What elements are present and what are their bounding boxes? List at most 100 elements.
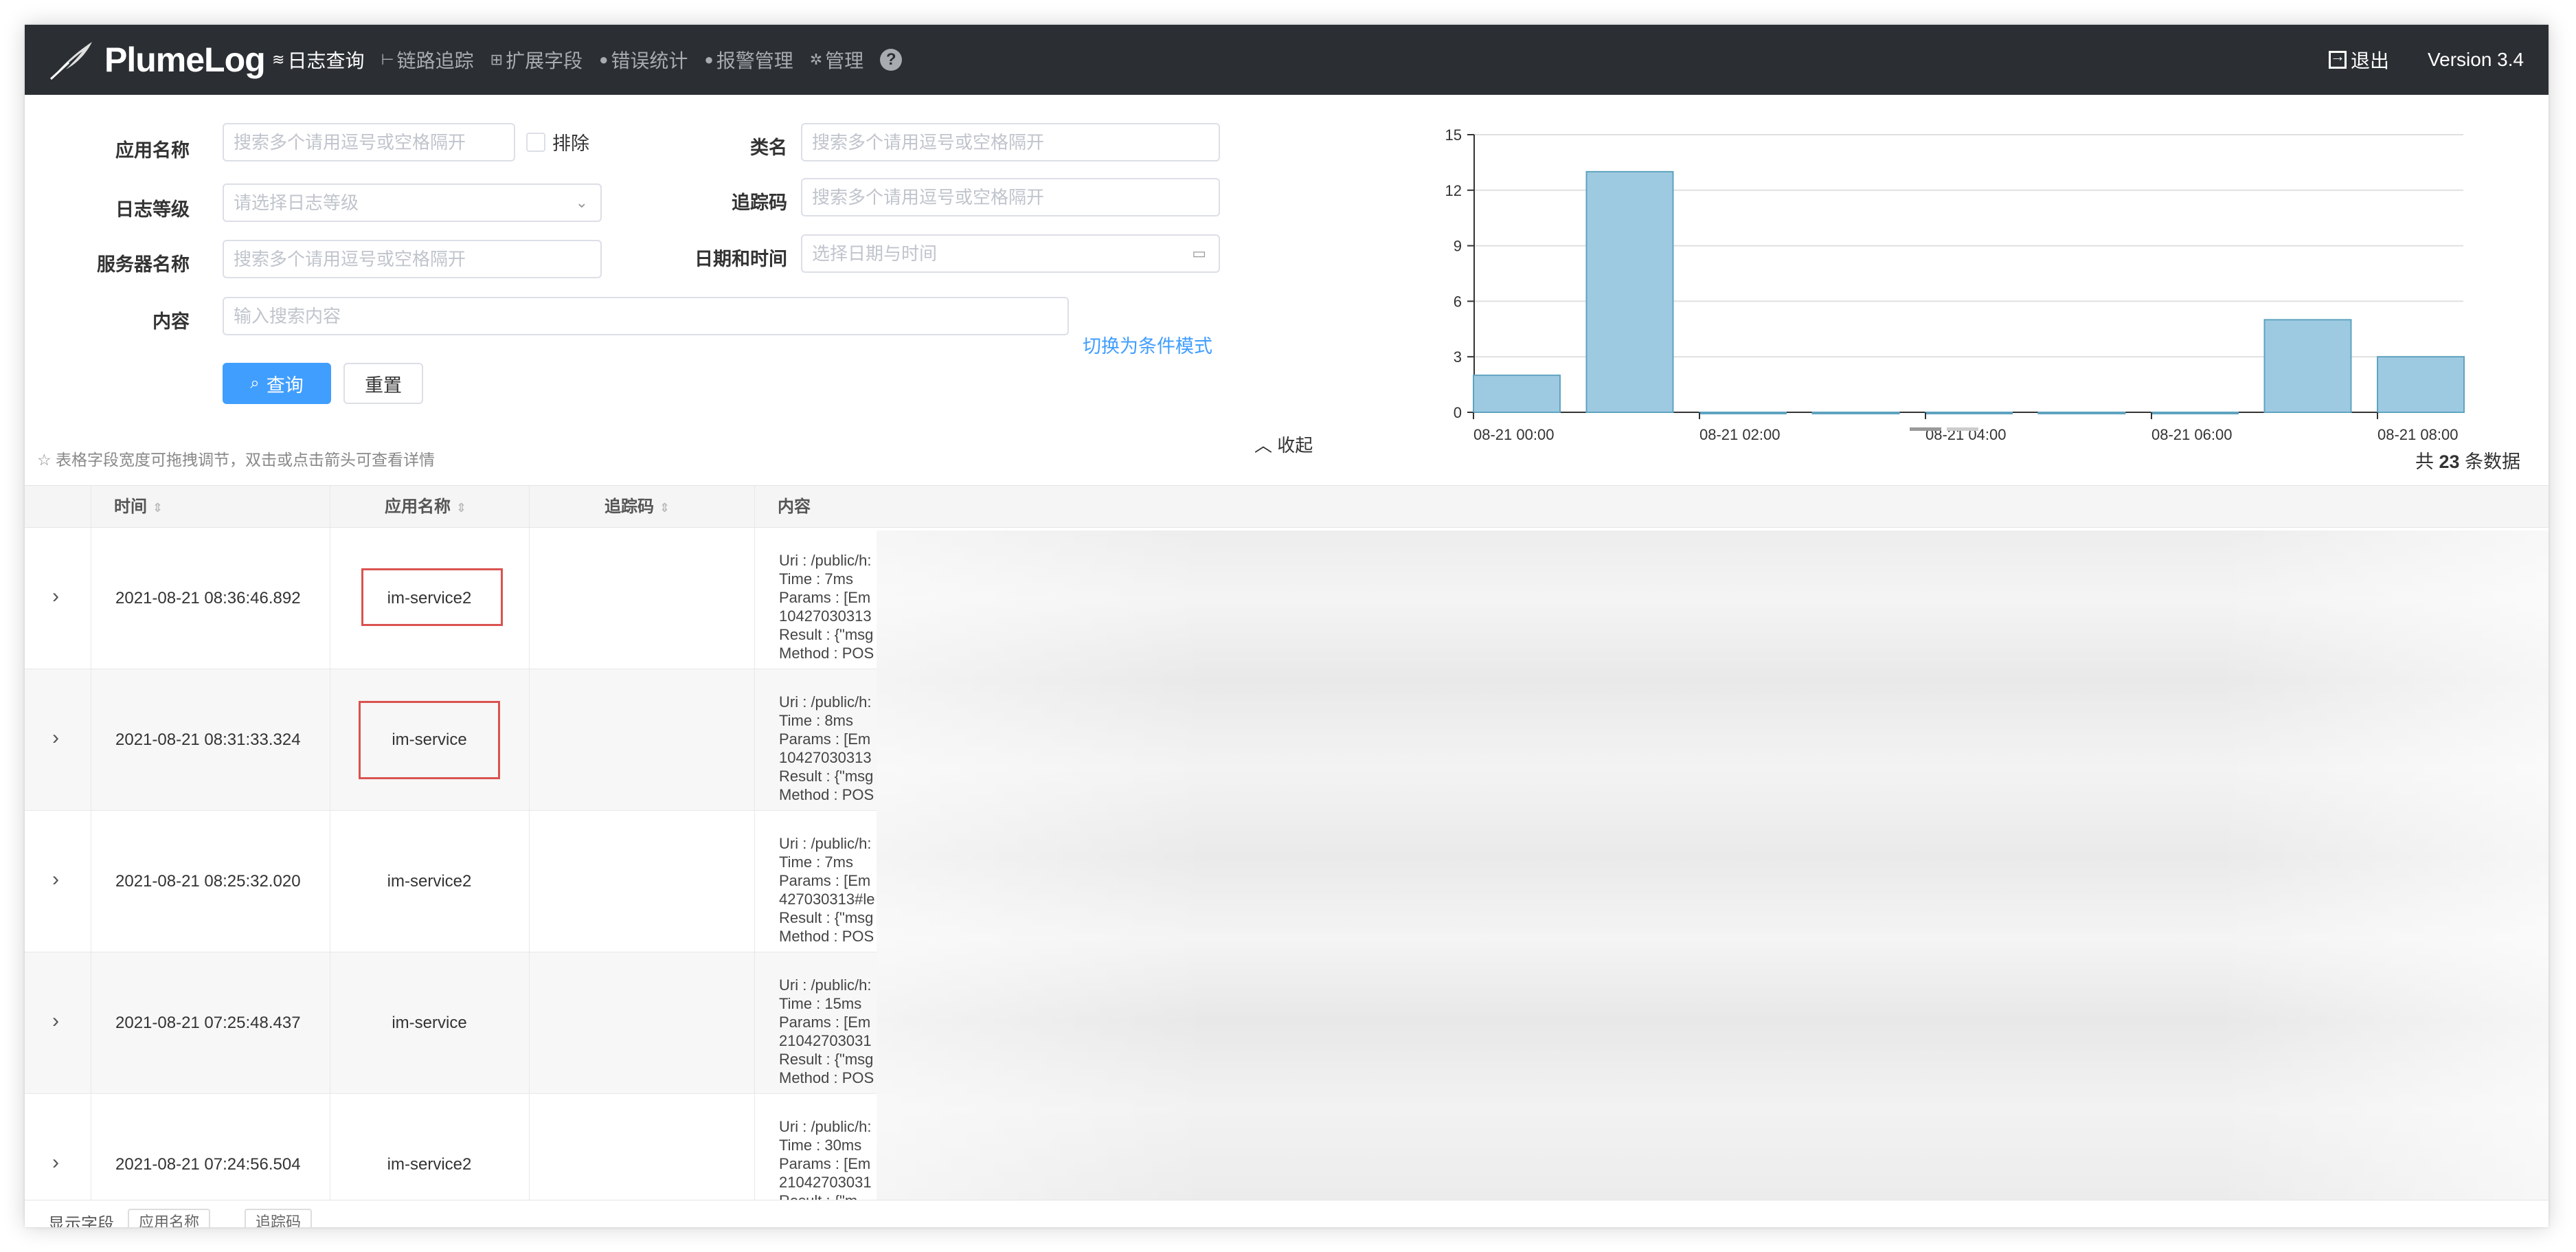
column-divider[interactable] [754,485,755,1200]
sort-icon[interactable]: ⇕ [456,501,466,515]
content-line: Time : 15ms [779,995,862,1012]
content-line: Uri : /public/h: [779,976,872,994]
exclude-checkbox[interactable]: 排除 [526,128,589,155]
query-button[interactable]: ⌕ 查询 [223,363,331,404]
y-tick-label: 12 [1445,182,1462,199]
help-icon[interactable]: ? [880,49,903,71]
bar [1925,412,2013,414]
logout-button[interactable]: 退出 [2329,25,2389,95]
content-line: Uri : /public/h: [779,835,872,852]
class-input[interactable]: 搜索多个请用逗号或空格隔开 [801,123,1220,161]
highlight-box [359,701,500,779]
app-name-label: 应用名称 [115,140,190,161]
content-line: Result : {"msg [779,626,874,643]
nav-error-stats[interactable]: ● 错误统计 [599,46,688,74]
cell-time: 2021-08-21 08:31:33.324 [115,730,301,749]
app-name-input[interactable]: 搜索多个请用逗号或空格隔开 [223,123,515,161]
table-footer: 显示字段 应用名称 追踪码 [25,1200,2549,1227]
cell-app-name: im-service2 [387,1155,472,1174]
content-line: Time : 8ms [779,712,853,729]
content-line: Result : {"msg [779,768,874,785]
content-line: 427030313#le [779,891,875,908]
brand-logo[interactable]: PlumeLog [48,36,266,84]
x-tick-label: 08-21 00:00 [1473,426,1554,443]
datetime-picker[interactable]: 选择日期与时间 ▭ [801,234,1220,273]
logout-icon [2329,47,2347,69]
switch-mode-link[interactable]: 切换为条件模式 [1083,331,1212,358]
footer-field-tag[interactable]: 追踪码 [245,1209,313,1227]
bar [1585,170,1674,413]
nav-trace-label: 链路追踪 [396,50,474,71]
reset-button[interactable]: 重置 [343,363,423,404]
col-time-label: 时间 [114,498,147,516]
cell-content: Uri : /public/h: Time : 7ms Params : [Em 10… [779,551,874,662]
content-search-input[interactable]: 输入搜索内容 [223,297,1069,335]
y-tick-label: 0 [1454,404,1462,421]
content-line: Time : 7ms [779,570,853,588]
y-tick-label: 15 [1445,126,1462,144]
expand-row-icon[interactable]: › [52,868,59,891]
bar [1811,412,1900,414]
collapse-toggle[interactable]: ︿ 收起 [1254,432,1313,457]
bar [1473,375,1561,413]
cell-app-name: im-service [392,1014,467,1032]
cell-time: 2021-08-21 08:25:32.020 [115,872,301,891]
footer-field-tag[interactable]: 应用名称 [128,1209,211,1227]
content-label: 内容 [152,311,190,332]
nav-extend-fields[interactable]: ⊞ 扩展字段 [490,46,583,74]
y-tick-label: 3 [1454,348,1462,366]
nav-trace[interactable]: ⊢ 链路追踪 [381,46,473,74]
sort-icon[interactable]: ⇕ [659,501,670,515]
col-content-label: 内容 [778,498,811,516]
bar [1699,412,1787,414]
content-line: Method : POS [779,928,874,945]
nav-extend-fields-label: 扩展字段 [506,50,583,71]
top-navbar: PlumeLog ≋ 日志查询 ⊢ 链路追踪 ⊞ 扩展字段 ● 错误统计 ● 报… [25,25,2549,95]
table-hint: ☆ 表格字段宽度可拖拽调节，双击或点击箭头可查看详情 [37,451,436,469]
datetime-placeholder: 选择日期与时间 [812,243,938,264]
cell-time: 2021-08-21 07:25:48.437 [115,1014,301,1032]
content-line: Params : [Em [779,730,871,748]
col-app-name-label: 应用名称 [385,498,451,516]
content-line: Result : {"msg [779,909,874,926]
cell-content: Uri : /public/h: Time : 15ms Params : [Em 2… [779,976,874,1087]
collapse-label: 收起 [1277,435,1313,456]
column-divider[interactable] [529,485,530,1200]
nav-alarm-label: 报警管理 [716,50,793,71]
chart-pager-dot[interactable] [1910,427,1941,431]
content-line: 21042703031 [779,1032,872,1049]
x-tick-label: 08-21 02:00 [1699,426,1780,443]
database-icon: ≋ [272,51,285,68]
cell-content: Uri : /public/h: Time : 8ms Params : [Em 10… [779,693,874,804]
sort-icon[interactable]: ⇕ [152,501,163,515]
cell-time: 2021-08-21 08:36:46.892 [115,589,301,607]
nav-manage[interactable]: ✲ 管理 [810,46,863,74]
content-line: 21042703031 [779,1174,872,1191]
expand-row-icon[interactable]: › [52,1151,59,1174]
nav-alarm[interactable]: ● 报警管理 [704,46,793,74]
nav-log-query[interactable]: ≋ 日志查询 [272,46,364,74]
content-line: Params : [Em [779,872,871,889]
expand-row-icon[interactable]: › [52,1009,59,1033]
expand-row-icon[interactable]: › [52,585,59,608]
checkbox-box[interactable] [526,132,545,152]
cell-content: Uri : /public/h: Time : 30ms Params : [Em 2… [779,1117,872,1200]
col-time[interactable]: 时间 ⇕ [114,486,163,528]
brand-name: PlumeLog [104,41,266,79]
chart-pager[interactable] [1910,427,1984,431]
cell-time: 2021-08-21 07:24:56.504 [115,1155,301,1174]
chevron-up-icon: ︿ [1254,435,1273,456]
expand-row-icon[interactable]: › [52,726,59,750]
nav-log-query-label: 日志查询 [287,50,365,71]
log-level-select[interactable]: 请选择日志等级 ⌄ [223,183,602,222]
cell-app-name: im-service2 [387,872,472,891]
col-trace[interactable]: 追踪码 ⇕ [605,486,670,528]
table-header: 时间 ⇕ 应用名称 ⇕ 追踪码 ⇕ 内容 [25,485,2549,528]
server-name-input[interactable]: 搜索多个请用逗号或空格隔开 [223,240,602,278]
nav-manage-label: 管理 [825,50,864,71]
chart-pager-dot[interactable] [1947,427,1978,431]
col-app-name[interactable]: 应用名称 ⇕ [385,486,466,528]
content-line: Params : [Em [779,1155,871,1172]
trace-input[interactable]: 搜索多个请用逗号或空格隔开 [801,178,1220,216]
chart-svg: 0369121508-21 00:00 08-21 02:00 08-21 04:0… [1445,126,2465,443]
